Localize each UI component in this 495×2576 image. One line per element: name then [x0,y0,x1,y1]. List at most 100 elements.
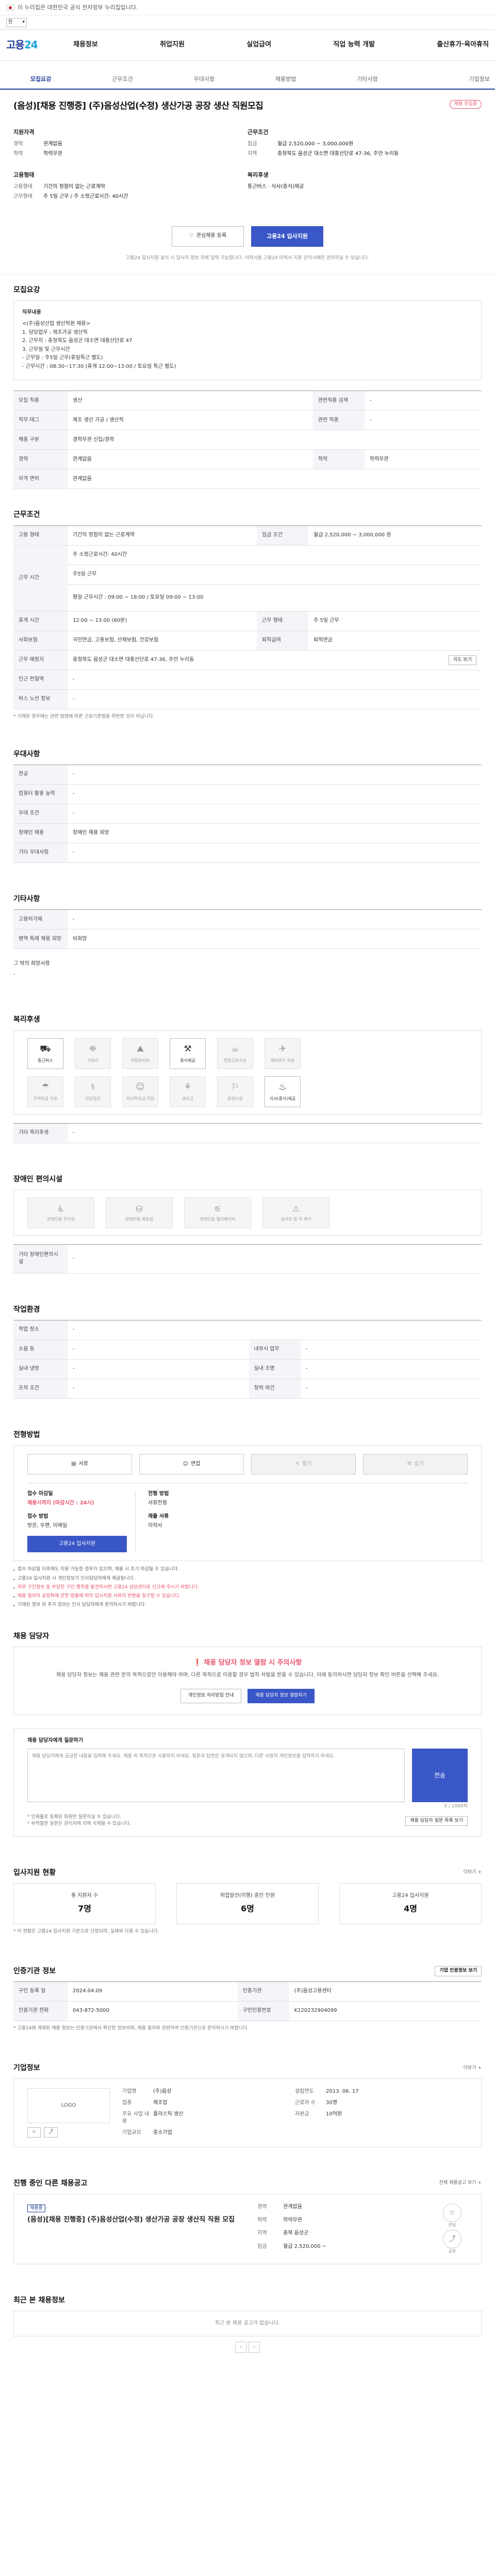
desc-line: 1. 담당업무 : 제조가공 생산직 [22,329,88,335]
page: 이 누리집은 대한민국 공식 전자정부 누리집입니다. 한 ▾ 고용24 채용정… [0,0,495,2374]
table-key: 장애인 채용 [13,823,68,843]
table-row: 휴게 시간 12:00 ~ 13:00 (60분) 근무 형태 주 5일 근무 [13,611,482,631]
privacy-policy-button[interactable]: 개인정보 처리방침 안내 [180,1688,242,1703]
nav-item-employment-support[interactable]: 취업지원 [160,40,185,50]
table-value: (주)음성고용센터 [289,1981,482,2002]
table-row: 경력 관계없음 학력 학력무관 [13,449,482,470]
view-manager-button[interactable]: 채용 담당자 정보 열람하기 [248,1688,315,1703]
viewed-empty: 최근 본 채용 공고가 없습니다. [13,2311,482,2337]
info-key: 지역 [257,2230,267,2236]
nav-menu: 채용정보 취업지원 실업급여 직업 능력 개발 출산휴가·육아휴직 [73,40,489,50]
desc-line: - 근무시간 : 08:30~17:30 (휴게 12:00~13:00 / 토… [22,363,176,369]
method-value: 방문, 우편, 이메일 [27,1522,68,1529]
facility-item: ♿ 장애인용 주차장 [27,1197,94,1228]
summary-key: 근무형태 [13,194,32,200]
company-key: 자본금 [295,2111,309,2117]
section-title: 인증기관 정보 [13,1967,56,1975]
company-value: 플라스틱 생산 [153,2111,184,2117]
ask-notes: * 인재풀로 등록된 회원만 질문하실 수 있습니다. * 부적절한 질문은 관… [27,1814,131,1827]
language-select[interactable]: 한 ▾ [6,18,27,27]
company-more-link[interactable]: 더보기 + [464,2065,482,2072]
tab-etc[interactable]: 기타사항 [326,75,408,83]
note-item: 접수 마감일 이후에도 지원 가능한 경우가 있으며, 채용 시 조기 마감될 … [13,1566,482,1573]
apply-notes: 접수 마감일 이후에도 지원 가능한 경우가 있으며, 채용 시 조기 마감될 … [13,1566,482,1608]
table-value: - [300,1359,482,1380]
tab-pref[interactable]: 우대사항 [163,75,245,83]
table-key: 모집 직종 [13,391,68,411]
table-value: - [68,1340,249,1360]
section-viewed: 최근 본 채용정보 최근 본 채용 공고가 없습니다. ‹ › [0,2264,495,2374]
company-key: 업종 [122,2100,132,2106]
language-value: 한 [8,19,13,25]
other-favorite-button[interactable]: ☆ 관심 [443,2203,461,2228]
question-list-button[interactable]: 채용 담당자 질문 목록 보기 [405,1816,468,1826]
table-value: - [68,670,482,690]
nav-item-skills[interactable]: 직업 능력 개발 [333,40,375,50]
company-value: (주)음성 [153,2089,172,2095]
nav-item-jobs[interactable]: 채용정보 [73,40,98,50]
tab-recruit[interactable]: 모집요강 [0,75,81,83]
table-key: 조작 조건 [13,1379,68,1399]
table-row: 병역 특례 채용 희망 비희망 [13,929,482,950]
status-more-link[interactable]: 더보기 + [464,1869,482,1876]
save-job-button[interactable]: ♡ 관심채용 등록 [172,226,244,247]
summary-heading: 고용형태 [13,171,35,178]
section-title: 진행 중인 다른 채용공고 [13,2179,88,2188]
language-bar: 한 ▾ [0,15,495,30]
other-share-button[interactable]: ⤴ 공유 [443,2230,461,2255]
table-value: 주 소정근로시간: 40시간 [68,545,482,565]
section-recruit: 모집요강 직무내용 <(주)음성산업 생산직원 채용> 1. 담당업무 : 제조… [0,275,495,489]
main-nav: 고용24 채용정보 취업지원 실업급여 직업 능력 개발 출산휴가·육아휴직 [0,30,495,61]
question-input[interactable]: 채용 담당자에게 궁금한 내용을 입력해 주세요. 채용 외 목적으로 사용하지… [27,1749,405,1803]
table-value: 12:00 ~ 13:00 (60분) [68,611,257,631]
section-workenv: 작업환경 작업 장소 - 소음 등 - 내부시 업무 - 실내 냉방 - 실내 조명 - 조작… [0,1274,495,1399]
tab-company[interactable]: 기업정보 [408,75,495,83]
table-row: 구인 등록 일 2024.04.09 인증기관 (주)음성고용센터 [13,1981,482,2002]
table-row: 채용 구분 경력무관 신입/경력 [13,430,482,450]
section-ask: 채용 담당자에게 질문하기 채용 담당자에게 궁금한 내용을 입력해 주세요. … [0,1715,495,1837]
table-value: 제조 생산 가공 / 생산직 [68,410,313,431]
nav-item-parental-leave[interactable]: 출산휴가·육아휴직 [437,40,489,50]
company-share-button[interactable]: ⤴ [44,2127,58,2138]
site-logo[interactable]: 고용24 [6,38,73,53]
company-favorite-button[interactable]: ☆ [27,2127,41,2138]
pencil-icon: ✎ [295,1461,300,1467]
gov-banner-text: 이 누리집은 대한민국 공식 전자정부 누리집입니다. [18,4,138,11]
info-value: 충북 음성군 [283,2230,309,2236]
tab-work[interactable]: 근무조건 [81,75,163,83]
table-value: - [68,843,482,863]
other-job-title[interactable]: (음성)[채용 진행중] (주)음성산업(수정) 생산가공 공장 생산직 직원 … [27,2215,247,2225]
apply-left: 접수 마감일 채용시까지 (마감시간 : 24시) 접수 방법 방문, 우편, … [27,1490,136,1553]
star-icon: ☆ [443,2203,461,2222]
welfare-other-table: 기타 복리후생 - [13,1123,482,1143]
table-value: - [300,1379,482,1399]
welfare-item: ⛟ 통근버스 [27,1038,63,1069]
welfare-label: 휴양시설 [227,1096,243,1101]
agency-info-button[interactable]: 기업 인증정보 보기 [435,1966,482,1976]
map-button[interactable]: 지도 보기 [449,655,476,665]
company-key: 기업명 [122,2089,137,2095]
other-more-link[interactable]: 전체 채용공고 보기 + [439,2180,482,2187]
apply-online-button[interactable]: 고용24 입사지원 [27,1536,127,1553]
apply-button[interactable]: 고용24 입사지원 [251,226,323,247]
job-description: 직무내용 <(주)음성산업 생산직원 채용> 1. 담당업무 : 제조가공 생산… [13,300,482,381]
nav-item-unemployment-benefit[interactable]: 실업급여 [246,40,271,50]
prev-page-button[interactable]: ‹ [235,2342,246,2353]
other-job-card[interactable]: 채용중 (음성)[채용 진행중] (주)음성산업(수정) 생산가공 공장 생산직… [13,2193,482,2265]
desc-line: - 근무일 : 주5일 근무(휴일특근 별도) [22,355,103,361]
logo-number: 24 [24,39,38,51]
table-key: 기타 장애인편의시설 [13,1244,68,1274]
table-value: - [364,391,482,411]
table-row: 근무 시간 주 소정근로시간: 40시간 [13,545,482,612]
facility-label: 경사로 및 턱 제거 [280,1217,311,1222]
send-button[interactable]: 전송 [412,1749,468,1803]
next-page-button[interactable]: › [249,2342,260,2353]
stat-label: 고용24 입사지원 [392,1892,429,1899]
welfare-item: ☂ 주택자금 지원 [27,1076,63,1107]
welfare-item: ⚘ 경조금 [170,1076,206,1107]
welfare-item: ☕ 연장근로수당 [217,1038,253,1069]
table-key: 고용 형태 [13,526,68,546]
tab-apply[interactable]: 채용방법 [245,75,326,83]
section-agency: 인증기관 정보 기업 인증정보 보기 구인 등록 일 2024.04.09 인증기관(… [0,1935,495,2032]
screen-value: 서류전형 [148,1500,167,1506]
